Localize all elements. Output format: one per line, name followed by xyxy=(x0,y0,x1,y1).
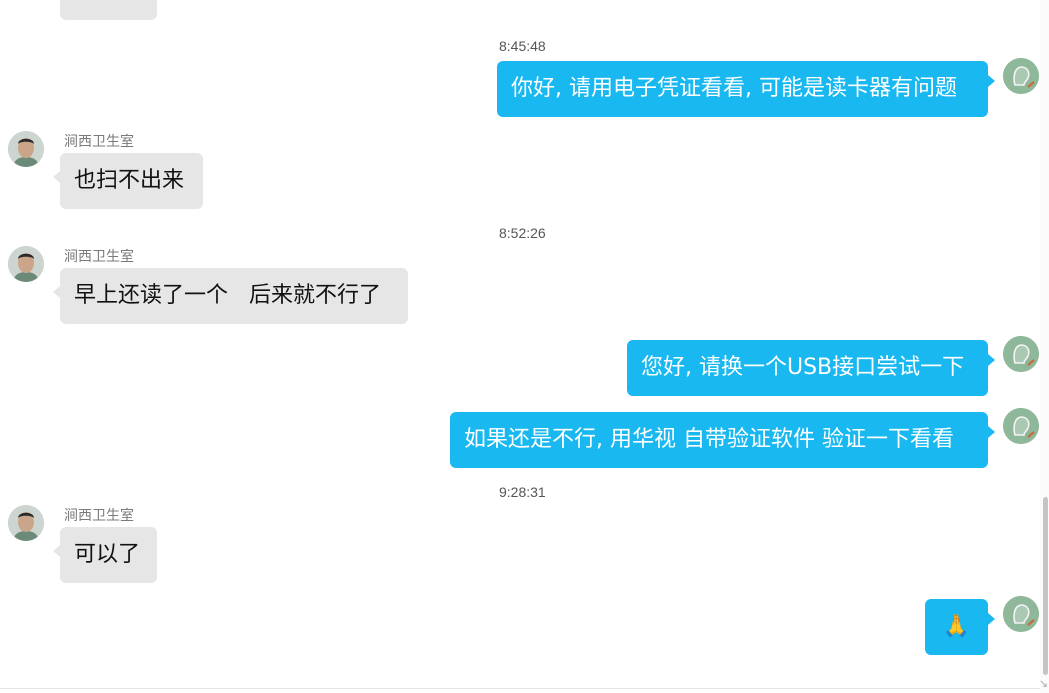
sender-name: 涧西卫生室 xyxy=(64,508,134,524)
message-bubble-outgoing: 您好, 请换一个USB接口尝试一下 xyxy=(627,340,995,396)
self-avatar[interactable] xyxy=(1003,58,1039,94)
resize-grip-icon[interactable]: ↘ xyxy=(1039,678,1048,689)
chat-message-list[interactable]: 知道了 8:45:48 你好, 请用电子凭证看看, 可能是读卡器有问题 涧西卫生… xyxy=(0,0,1040,693)
self-avatar[interactable] xyxy=(1003,596,1039,632)
message-bubble-incoming: 也扫不出来 xyxy=(53,153,203,209)
vertical-scrollbar[interactable] xyxy=(1040,0,1049,693)
contact-avatar[interactable] xyxy=(8,131,44,167)
message-bubble-incoming: 早上还读了一个 后来就不行了 xyxy=(53,268,408,324)
message-bubble-incoming: 知道了 xyxy=(60,0,157,20)
self-avatar[interactable] xyxy=(1003,408,1039,444)
sender-name: 涧西卫生室 xyxy=(64,249,134,265)
message-timestamp: 8:45:48 xyxy=(499,38,546,54)
message-bubble-outgoing: 你好, 请用电子凭证看看, 可能是读卡器有问题 xyxy=(497,61,995,117)
avatar-photo-icon xyxy=(8,131,44,167)
avatar-silhouette-icon xyxy=(1003,408,1039,444)
message-timestamp: 8:52:26 xyxy=(499,225,546,241)
avatar-silhouette-icon xyxy=(1003,58,1039,94)
avatar-silhouette-icon xyxy=(1003,596,1039,632)
message-bubble-outgoing: 🙏 xyxy=(925,599,995,655)
contact-avatar[interactable] xyxy=(8,505,44,541)
divider xyxy=(0,688,1040,689)
self-avatar[interactable] xyxy=(1003,336,1039,372)
avatar-silhouette-icon xyxy=(1003,336,1039,372)
sender-name: 涧西卫生室 xyxy=(64,134,134,150)
message-bubble-incoming: 可以了 xyxy=(53,527,157,583)
avatar-photo-icon xyxy=(8,505,44,541)
contact-avatar[interactable] xyxy=(8,246,44,282)
scrollbar-thumb[interactable] xyxy=(1043,497,1048,675)
avatar-photo-icon xyxy=(8,246,44,282)
message-timestamp: 9:28:31 xyxy=(499,484,546,500)
message-bubble-outgoing: 如果还是不行, 用华视 自带验证软件 验证一下看看 xyxy=(450,412,995,468)
